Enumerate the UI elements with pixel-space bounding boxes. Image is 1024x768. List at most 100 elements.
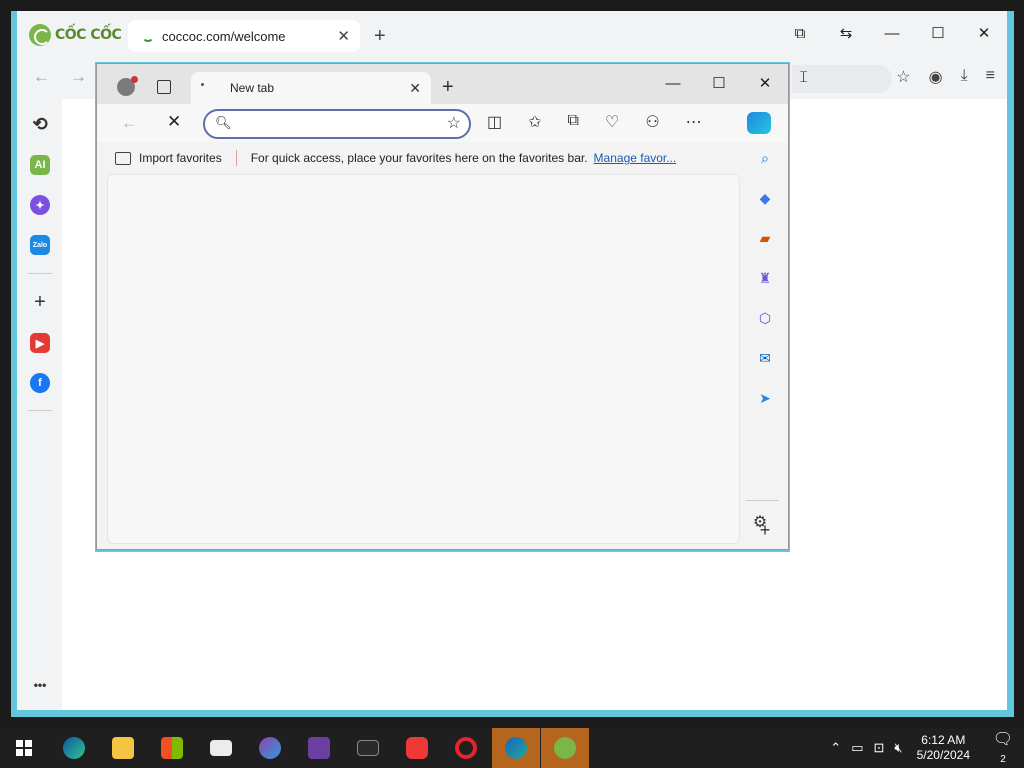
brave-icon xyxy=(308,737,330,759)
tab-close-button[interactable]: ✕ xyxy=(409,80,421,97)
edge-titlebar: New tab ✕ + — ☐ ✕ xyxy=(97,64,788,104)
browser-essentials-icon[interactable]: ♡ xyxy=(605,112,619,132)
favorites-divider xyxy=(235,150,237,166)
new-tab-button[interactable]: + xyxy=(442,76,454,99)
notification-center-button[interactable]: 🗨︎ 2 xyxy=(988,729,1018,767)
taskbar-terminal[interactable] xyxy=(344,728,392,768)
coccoc-tab-welcome[interactable]: coccoc.com/welcome ✕ xyxy=(128,20,360,52)
chevron-up-icon[interactable]: ⌃ xyxy=(830,740,841,756)
import-favorites-button[interactable]: Import favorites xyxy=(139,151,222,165)
clock-time: 6:12 AM xyxy=(921,733,966,747)
search-icon[interactable]: ⌕ xyxy=(755,148,775,168)
microsoft365-icon[interactable]: ⬡ xyxy=(755,308,775,328)
clock-date: 5/20/2024 xyxy=(916,748,970,762)
network-icon[interactable]: ⊡ xyxy=(874,740,885,756)
close-button[interactable]: ✕ xyxy=(961,19,1007,49)
tab-actions-icon[interactable] xyxy=(157,80,171,94)
taskbar-vivaldi[interactable] xyxy=(393,728,441,768)
clock[interactable]: 6:12 AM 5/20/2024 xyxy=(917,733,970,763)
tab-favicon-icon xyxy=(201,82,204,86)
favorite-star-icon[interactable]: ☆ xyxy=(447,113,461,133)
split-screen-icon[interactable]: ◫ xyxy=(487,112,502,132)
youtube-icon[interactable]: ▶ xyxy=(30,333,50,353)
search-icon: 🔍︎ xyxy=(215,115,232,130)
screen-search-icon[interactable]: ⧉ xyxy=(777,19,823,49)
close-button[interactable]: ✕ xyxy=(742,70,788,98)
import-favorites-icon xyxy=(115,151,131,165)
coccoc-icon xyxy=(554,737,576,759)
stop-loading-icon[interactable]: ✕ xyxy=(167,112,181,132)
drop-icon[interactable]: ➤ xyxy=(755,388,775,408)
window-controls: ⧉ ⇆ — ☐ ✕ xyxy=(777,19,1007,49)
more-options-icon[interactable]: ⋯ xyxy=(686,112,702,132)
taskbar-opera[interactable] xyxy=(442,728,490,768)
extensions-icon[interactable]: ⚇ xyxy=(645,112,659,132)
maximize-button[interactable]: ☐ xyxy=(696,70,742,98)
menu-icon[interactable]: ≡ xyxy=(986,67,995,87)
folder-icon xyxy=(112,737,134,759)
tab-switch-icon[interactable]: ⇆ xyxy=(823,19,869,49)
loading-spinner-icon xyxy=(142,30,154,42)
edge-page-content xyxy=(107,174,740,544)
games-icon[interactable]: ♜ xyxy=(755,268,775,288)
favorites-hint: For quick access, place your favorites h… xyxy=(250,151,588,165)
taskbar-firefox[interactable] xyxy=(246,728,294,768)
edge-tab-new[interactable]: New tab ✕ xyxy=(191,72,431,104)
coccoc-logo[interactable]: CỐC CỐC xyxy=(29,24,122,46)
taskbar-file-explorer[interactable] xyxy=(99,728,147,768)
minimize-button[interactable]: — xyxy=(869,19,915,49)
coccoc-sidebar: ⟲ AI ✦ Zalo + ▶ f ••• xyxy=(17,97,62,710)
tab-title: New tab xyxy=(230,81,275,95)
history-icon[interactable]: ⟲ xyxy=(30,114,50,134)
meet-now-icon[interactable]: ▭ xyxy=(851,740,863,756)
facebook-icon[interactable]: f xyxy=(30,373,50,393)
shopping-tag-icon[interactable]: ◆ xyxy=(755,188,775,208)
more-icon[interactable]: ••• xyxy=(30,675,50,695)
edge-window: New tab ✕ + — ☐ ✕ ← ✕ 🔍︎ ☆ ◫ ✩ ⧉ ♡ ⚇ ⋯ I… xyxy=(95,62,790,552)
taskbar-edge-canary[interactable] xyxy=(492,728,540,768)
edge-side-sep-bottom xyxy=(746,500,774,501)
back-arrow-icon[interactable]: ← xyxy=(33,67,50,87)
outlook-icon[interactable]: ✉ xyxy=(755,348,775,368)
notification-icon: 🗨︎ xyxy=(992,731,1014,748)
address-bar[interactable]: 🔍︎ ☆ xyxy=(203,109,471,139)
address-input[interactable] xyxy=(233,115,433,133)
ai-icon[interactable]: AI xyxy=(30,155,50,175)
sidebar-divider xyxy=(28,273,52,274)
taskbar-edge[interactable] xyxy=(50,728,98,768)
back-arrow-icon[interactable]: ← xyxy=(121,113,138,133)
tools-icon[interactable]: ▰ xyxy=(755,228,775,248)
messenger-icon[interactable]: ✦ xyxy=(30,195,50,215)
manage-favorites-link[interactable]: Manage favor... xyxy=(594,151,677,165)
edge-icon xyxy=(63,737,85,759)
copilot-icon[interactable] xyxy=(747,112,771,134)
bookmark-star-icon[interactable]: ☆ xyxy=(896,67,910,87)
store-icon xyxy=(161,737,183,759)
notification-count: 2 xyxy=(1000,754,1006,765)
taskbar-coccoc[interactable] xyxy=(541,728,589,768)
favorites-icon[interactable]: ✩ xyxy=(528,112,541,132)
minimize-button[interactable]: — xyxy=(650,70,696,98)
edge-settings-icon[interactable]: ⚙ xyxy=(750,512,770,532)
maximize-button[interactable]: ☐ xyxy=(915,19,961,49)
start-button[interactable] xyxy=(0,728,48,768)
profile-notification-dot xyxy=(131,76,138,83)
taskbar-store[interactable] xyxy=(148,728,196,768)
taskbar-brave[interactable] xyxy=(295,728,343,768)
collections-icon[interactable]: ⧉ xyxy=(568,112,579,132)
coccoc-tabbar: CỐC CỐC coccoc.com/welcome ✕ + ⧉ ⇆ — ☐ ✕ xyxy=(17,11,1007,61)
edge-frame: New tab ✕ + — ☐ ✕ ← ✕ 🔍︎ ☆ ◫ ✩ ⧉ ♡ ⚇ ⋯ I… xyxy=(96,63,789,550)
edge-toolbar: ← ✕ 🔍︎ ☆ ◫ ✩ ⧉ ♡ ⚇ ⋯ xyxy=(97,104,788,142)
download-icon[interactable]: ⤓ xyxy=(961,67,968,87)
taskbar-mail[interactable] xyxy=(197,728,245,768)
nav-buttons: ← → xyxy=(33,67,87,87)
terminal-icon xyxy=(357,740,379,756)
forward-arrow-icon[interactable]: → xyxy=(70,67,87,87)
profile-icon[interactable]: ◉ xyxy=(929,67,943,87)
volume-muted-icon[interactable]: 🔇︎ xyxy=(894,740,902,756)
tab-close-button[interactable]: ✕ xyxy=(337,27,350,45)
add-icon[interactable]: + xyxy=(30,291,50,313)
tab-title: coccoc.com/welcome xyxy=(162,28,286,44)
new-tab-button[interactable]: + xyxy=(374,25,386,48)
zalo-icon[interactable]: Zalo xyxy=(30,235,50,255)
